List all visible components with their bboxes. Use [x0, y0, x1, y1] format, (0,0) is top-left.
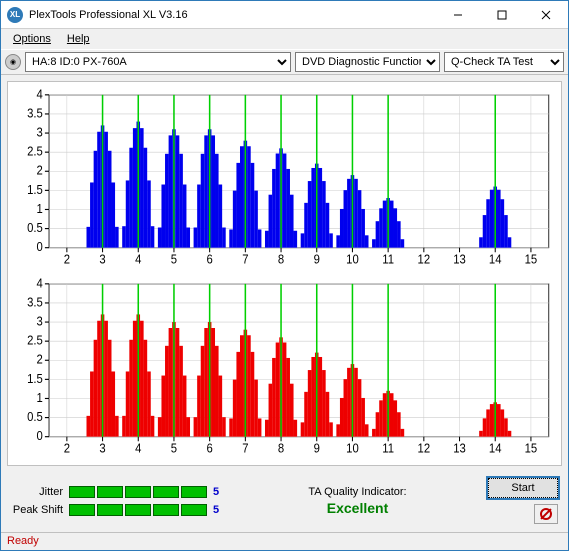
svg-text:3.5: 3.5 [27, 106, 43, 121]
stop-icon [540, 508, 552, 520]
svg-text:12: 12 [418, 441, 431, 456]
window-buttons [436, 1, 568, 28]
stop-button[interactable] [534, 504, 558, 524]
svg-text:10: 10 [346, 441, 359, 456]
jitter-value: 5 [213, 486, 227, 498]
toolbar: ◉ HA:8 ID:0 PX-760A DVD Diagnostic Funct… [1, 49, 568, 75]
svg-text:13: 13 [453, 252, 466, 267]
maximize-icon [497, 10, 507, 20]
svg-text:13: 13 [453, 441, 466, 456]
svg-text:2: 2 [64, 441, 71, 456]
close-icon [541, 10, 551, 20]
metric-peakshift: Peak Shift 5 [11, 504, 227, 516]
svg-text:2: 2 [64, 252, 71, 267]
action-buttons: Start [488, 478, 558, 524]
window-title: PlexTools Professional XL V3.16 [29, 9, 436, 21]
close-button[interactable] [524, 1, 568, 28]
start-button[interactable]: Start [488, 478, 558, 498]
svg-text:12: 12 [418, 252, 431, 267]
svg-text:6: 6 [207, 441, 214, 456]
peakshift-value: 5 [213, 504, 227, 516]
svg-text:11: 11 [382, 252, 394, 267]
svg-text:0: 0 [37, 428, 44, 443]
svg-text:2: 2 [37, 163, 44, 178]
jitter-label: Jitter [11, 486, 63, 498]
titlebar: XL PlexTools Professional XL V3.16 [1, 1, 568, 29]
svg-text:10: 10 [346, 252, 359, 267]
jitter-bar [69, 486, 207, 498]
svg-text:4: 4 [135, 252, 142, 267]
svg-text:9: 9 [314, 252, 321, 267]
menubar: Options Help [1, 29, 568, 49]
svg-text:3: 3 [37, 125, 44, 140]
quality-label: TA Quality Indicator: [239, 486, 476, 498]
chart-area: 00.511.522.533.5423456789101112131415 00… [7, 81, 562, 466]
svg-text:1.5: 1.5 [27, 182, 43, 197]
svg-text:1: 1 [37, 390, 44, 405]
svg-text:3: 3 [37, 313, 44, 328]
svg-text:15: 15 [525, 441, 538, 456]
chart-bottom: 0 0.5 1 1.5 2 2.5 3 3.5 4 2 3 4 5 6 7 8 9 10 11 12 13 14 15 [12, 277, 557, 460]
svg-text:14: 14 [489, 441, 502, 456]
quality-value: Excellent [239, 500, 476, 516]
svg-text:2: 2 [37, 352, 44, 367]
svg-text:8: 8 [278, 441, 285, 456]
quality-indicator: TA Quality Indicator: Excellent [239, 486, 476, 516]
svg-text:2.5: 2.5 [27, 333, 43, 348]
svg-text:3.5: 3.5 [27, 294, 43, 309]
svg-text:1: 1 [37, 201, 44, 216]
svg-text:0.5: 0.5 [27, 409, 43, 424]
test-select[interactable]: Q-Check TA Test [444, 52, 564, 72]
minimize-icon [453, 10, 463, 20]
svg-text:6: 6 [207, 252, 214, 267]
svg-text:4: 4 [37, 88, 44, 101]
svg-text:3: 3 [99, 441, 106, 456]
svg-text:15: 15 [525, 252, 538, 267]
svg-text:3: 3 [99, 252, 106, 267]
svg-text:11: 11 [382, 441, 394, 456]
svg-text:2.5: 2.5 [27, 144, 43, 159]
drive-select[interactable]: HA:8 ID:0 PX-760A [25, 52, 291, 72]
svg-text:4: 4 [37, 277, 44, 290]
results-panel: Jitter 5 Peak Shift 5 TA Quality Indicat… [1, 472, 568, 532]
svg-text:7: 7 [242, 441, 249, 456]
svg-text:7: 7 [242, 252, 249, 267]
metric-jitter: Jitter 5 [11, 486, 227, 498]
svg-text:14: 14 [489, 252, 502, 267]
app-icon: XL [7, 7, 23, 23]
svg-text:4: 4 [135, 441, 142, 456]
maximize-button[interactable] [480, 1, 524, 28]
menu-options[interactable]: Options [5, 31, 59, 47]
svg-text:8: 8 [278, 252, 285, 267]
peakshift-label: Peak Shift [11, 504, 63, 516]
svg-text:0: 0 [37, 240, 44, 255]
metrics: Jitter 5 Peak Shift 5 [11, 486, 227, 516]
chart-top: 0 0.5 1 1.5 2 2.5 3 3.5 4 2 3 4 5 6 7 8 9 10 11 12 13 14 15 [12, 88, 557, 271]
status-bar: Ready [1, 532, 568, 550]
svg-text:1.5: 1.5 [27, 371, 43, 386]
drive-icon: ◉ [5, 54, 21, 70]
svg-text:0.5: 0.5 [27, 220, 43, 235]
peakshift-bar [69, 504, 207, 516]
svg-text:5: 5 [171, 441, 178, 456]
minimize-button[interactable] [436, 1, 480, 28]
svg-text:9: 9 [314, 441, 321, 456]
svg-text:5: 5 [171, 252, 178, 267]
menu-help[interactable]: Help [59, 31, 98, 47]
function-select[interactable]: DVD Diagnostic Functions [295, 52, 440, 72]
